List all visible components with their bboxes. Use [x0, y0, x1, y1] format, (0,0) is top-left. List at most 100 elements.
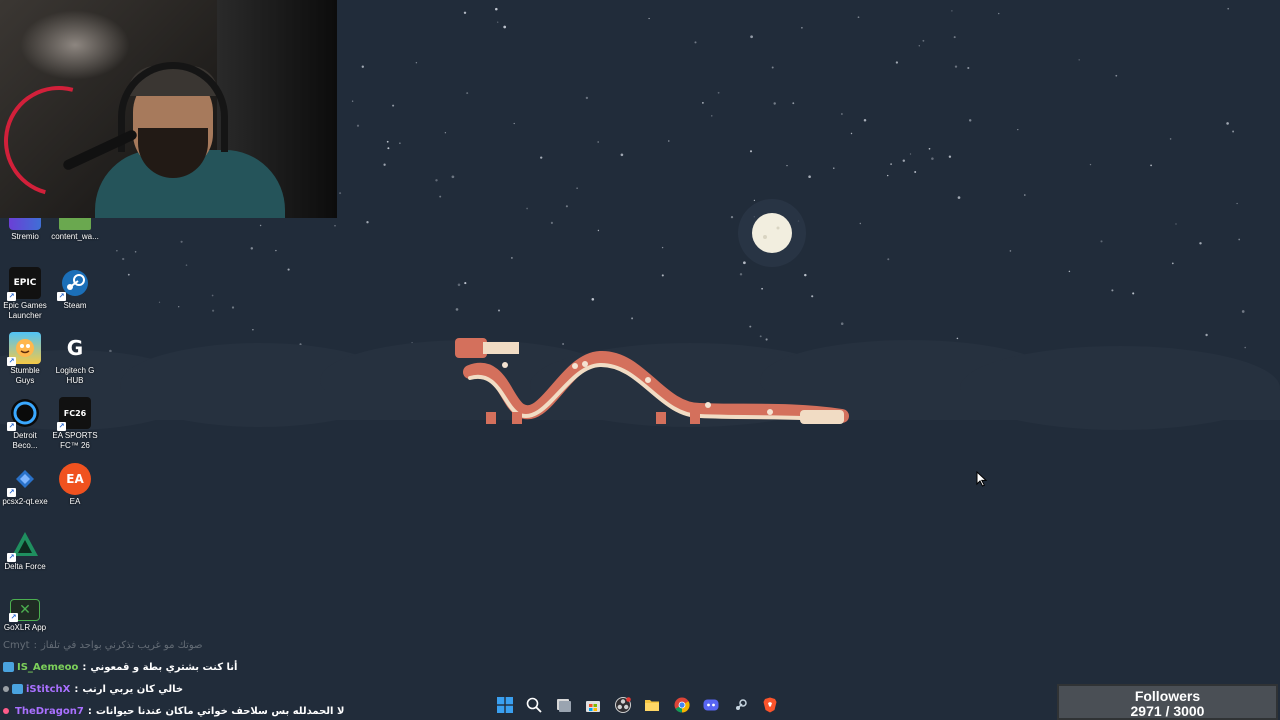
desktop-icon-logitech[interactable]: G Logitech G HUB	[50, 332, 100, 386]
star	[765, 338, 768, 341]
star	[1068, 270, 1071, 273]
obs-studio-button[interactable]	[608, 692, 638, 718]
star	[773, 102, 776, 105]
desktop-icon-content-wa[interactable]: content_wa...	[50, 218, 100, 242]
desktop-icon-pcsx2[interactable]: ↗ pcsx2-qt.exe	[0, 463, 50, 507]
star	[648, 17, 650, 20]
star	[998, 12, 1000, 15]
star	[711, 115, 713, 117]
star	[415, 61, 418, 64]
steam-taskbar-button[interactable]	[726, 692, 756, 718]
start-button[interactable]	[490, 692, 520, 718]
star	[931, 157, 934, 160]
star	[361, 65, 364, 68]
desktop-icon-stumble-guys[interactable]: ↗ Stumble Guys	[0, 332, 50, 386]
chat-separator: :	[82, 661, 87, 673]
chat-separator: :	[74, 683, 79, 695]
chat-message: iStitchX : خالي كان يربي ارنب	[3, 678, 363, 700]
star	[928, 147, 931, 150]
ea-icon: EA	[59, 463, 91, 495]
desktop-icon-label: Stremio	[11, 232, 39, 241]
star	[464, 282, 467, 285]
detroit-icon: ↗	[7, 397, 41, 431]
follower-current: 2971	[1130, 703, 1162, 719]
star	[134, 251, 137, 253]
search-button[interactable]	[520, 692, 550, 718]
ea-sports-fc-icon: FC26 ↗	[57, 397, 91, 431]
star	[497, 21, 499, 23]
desktop-icon-label: GoXLR App	[3, 623, 47, 632]
star	[511, 257, 513, 259]
microsoft-store-button[interactable]	[579, 692, 609, 718]
task-view-button[interactable]	[549, 692, 579, 718]
webcam-overlay	[0, 0, 337, 218]
star	[1205, 333, 1208, 337]
stremio-icon	[9, 218, 41, 230]
desktop-icon-ea-sports-fc[interactable]: FC26 ↗ EA SPORTS FC™ 26	[50, 397, 100, 451]
file-explorer-button[interactable]	[638, 692, 668, 718]
chat-message: Cmyt : صوتك مو غريب تذكرني بواحد في تلفا…	[3, 634, 363, 656]
star	[513, 122, 515, 125]
desktop-icon-delta-force[interactable]: ↗ Delta Force	[0, 528, 50, 572]
desktop-icon-label: EA SPORTS FC™ 26	[52, 431, 98, 450]
desktop-icon-ea[interactable]: EA EA	[50, 463, 100, 507]
star	[759, 335, 762, 338]
star	[1100, 240, 1103, 243]
star	[252, 329, 254, 331]
star	[1169, 138, 1172, 140]
delta-force-icon: ↗	[7, 528, 41, 562]
star	[576, 187, 578, 189]
subscriber-badge-icon	[3, 662, 14, 672]
star	[694, 41, 697, 44]
star	[749, 325, 752, 328]
desktop-icon-detroit[interactable]: ↗ Detroit Beco...	[0, 397, 50, 451]
steam-icon: ↗	[57, 267, 91, 301]
chat-username: iStitchX	[26, 683, 71, 695]
brave-icon	[763, 697, 777, 713]
star	[1244, 346, 1246, 349]
star	[1241, 310, 1245, 313]
star	[661, 246, 664, 249]
star	[1132, 292, 1135, 295]
star	[850, 132, 853, 135]
star	[550, 221, 553, 224]
star	[863, 119, 867, 122]
taskbar	[490, 690, 790, 720]
star	[1199, 242, 1202, 245]
chrome-button[interactable]	[667, 692, 697, 718]
star	[597, 229, 600, 232]
desktop-icon-goxlr[interactable]: ✕ ↗ GoXLR App	[0, 599, 50, 633]
desktop-icon-epic-games[interactable]: EPIC ↗ Epic Games Launcher	[0, 267, 50, 321]
star	[895, 61, 899, 64]
star	[922, 39, 925, 42]
desktop-icon-label: Steam	[63, 301, 87, 310]
star	[451, 175, 455, 179]
windows-start-icon	[496, 697, 513, 713]
desktop-icon-stremio[interactable]: Stremio	[0, 218, 50, 242]
star	[957, 196, 961, 199]
search-icon	[526, 697, 542, 713]
star	[1175, 223, 1177, 225]
moon	[738, 199, 806, 267]
star	[212, 309, 215, 312]
star	[1238, 238, 1241, 241]
star	[597, 141, 600, 143]
star	[786, 164, 788, 167]
star	[585, 96, 589, 100]
brave-button[interactable]	[756, 692, 786, 718]
star	[503, 25, 507, 29]
chat-username: TheDragon7	[15, 705, 84, 717]
desktop-icon-steam[interactable]: ↗ Steam	[50, 267, 100, 311]
star	[1232, 130, 1235, 133]
star	[591, 298, 595, 301]
discord-button[interactable]	[697, 692, 727, 718]
star	[127, 273, 130, 276]
star	[887, 258, 890, 261]
chat-text: خالي كان يربي ارنب	[82, 683, 184, 695]
star	[386, 140, 389, 143]
cheer-badge-icon	[3, 708, 9, 714]
star	[356, 124, 360, 127]
star	[954, 65, 958, 68]
star	[116, 250, 118, 252]
desktop-icon-label: Detroit Beco...	[12, 431, 38, 450]
